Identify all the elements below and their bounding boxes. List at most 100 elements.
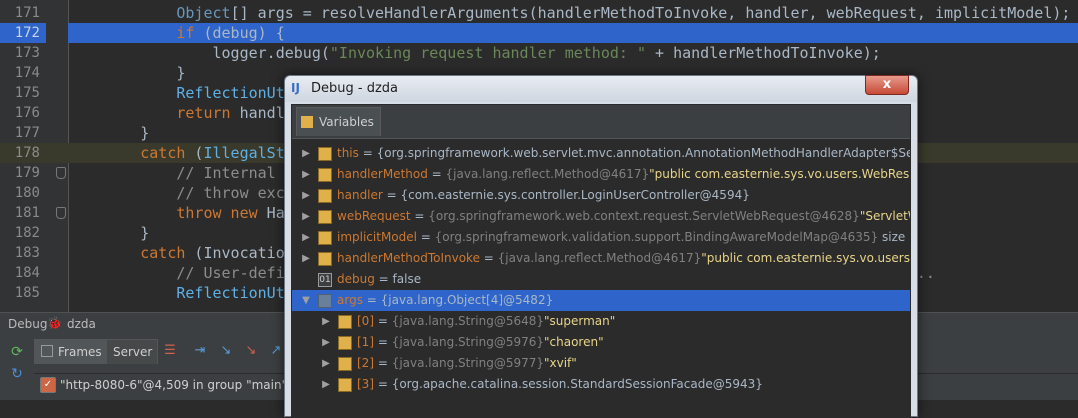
line-number[interactable]: 175	[0, 83, 46, 103]
variable-name: webRequest	[337, 209, 411, 223]
code-token: catch	[140, 144, 186, 162]
force-step-into-icon[interactable]: ↘	[243, 343, 259, 359]
expand-arrow-icon[interactable]: ▶	[320, 311, 332, 332]
field-icon	[318, 147, 332, 161]
line-number[interactable]: 174	[0, 63, 46, 83]
variables-tree[interactable]: ▶ this = {org.springframework.web.servlet…	[292, 138, 910, 418]
boolean-field-icon: 01	[318, 273, 332, 287]
line-number[interactable]: 180	[0, 183, 46, 203]
variable-name: this	[337, 146, 359, 160]
variable-type: {org.springframework.validation.support.…	[434, 230, 879, 244]
variable-name: args	[337, 293, 363, 307]
variable-row[interactable]: ▶ this = {org.springframework.web.servlet…	[292, 143, 910, 164]
variable-row[interactable]: ▶ handlerMethodToInvoke = {java.lang.refl…	[292, 248, 910, 269]
tab-frames[interactable]: Frames	[34, 339, 108, 364]
step-over-icon[interactable]: ⇥	[192, 343, 208, 359]
line-number[interactable]: 177	[0, 123, 46, 143]
line-number[interactable]: 178	[0, 143, 46, 163]
code-line[interactable]: 172 if (debug) {	[0, 23, 1078, 43]
variables-icon	[301, 116, 313, 128]
variable-row[interactable]: ▼ args = {java.lang.Object[4]@5482}	[292, 290, 910, 311]
line-number[interactable]: 181	[0, 203, 46, 223]
variable-row[interactable]: 01 debug = false	[292, 269, 910, 290]
code-line[interactable]: 173 logger.debug("Invoking request handl…	[0, 43, 1078, 63]
step-out-icon[interactable]: ↗	[268, 343, 284, 359]
expand-arrow-icon[interactable]: ▶	[320, 374, 332, 395]
variable-row[interactable]: ▶ handlerMethod = {java.lang.reflect.Meth…	[292, 164, 910, 185]
equals-sign: =	[374, 314, 392, 328]
line-number[interactable]: 172	[0, 23, 46, 43]
expand-arrow-icon[interactable]: ▶	[320, 353, 332, 374]
variable-type: {java.lang.String@5976}	[391, 335, 544, 349]
code-token: (debug) {	[194, 24, 285, 42]
expand-arrow-icon[interactable]: ▶	[300, 227, 312, 248]
variable-row[interactable]: ▶ [2] = {java.lang.String@5977}"xvif"	[292, 353, 910, 374]
variable-row[interactable]: ▶ handler = {com.easternie.sys.controller…	[292, 185, 910, 206]
variable-string-value: "ServletWebR	[859, 209, 910, 223]
collapse-arrow-icon[interactable]: ▼	[300, 290, 312, 311]
equals-sign: =	[479, 251, 498, 265]
tab-variables[interactable]: Variables	[296, 107, 381, 136]
code-token: "Invoking request handler method: "	[329, 44, 646, 62]
intellij-logo-icon: IJ	[291, 81, 300, 95]
field-icon	[318, 231, 332, 245]
code-line[interactable]: 171 Object[] args = resolveHandlerArgume…	[0, 3, 1078, 23]
show-execution-point-icon[interactable]: ☰	[162, 343, 178, 359]
variable-value: {com.easternie.sys.controller.LoginUserC…	[400, 188, 750, 202]
expand-arrow-icon[interactable]: ▶	[300, 185, 312, 206]
code-token: }	[68, 224, 150, 242]
variable-name: handler	[337, 188, 383, 202]
expand-arrow-icon[interactable]: ▶	[300, 143, 312, 164]
variable-string-value: "chaoren"	[544, 335, 604, 349]
variable-text: handler = {com.easternie.sys.controller.…	[337, 185, 750, 206]
dialog-titlebar[interactable]: IJ Debug - dzda x	[285, 75, 917, 102]
thread-label: "http-8080-6"@4,509 in group "main":	[60, 378, 292, 392]
rerun-icon[interactable]: ⟳	[8, 343, 26, 361]
line-number[interactable]: 171	[0, 3, 46, 23]
variable-string-value: "superman"	[544, 314, 616, 328]
line-number[interactable]: 182	[0, 223, 46, 243]
variable-row[interactable]: ▶ implicitModel = {org.springframework.va…	[292, 227, 910, 248]
field-icon	[318, 189, 332, 203]
line-number[interactable]: 173	[0, 43, 46, 63]
expand-arrow-icon[interactable]: ▶	[320, 332, 332, 353]
tab-server[interactable]: Server	[106, 339, 158, 364]
debug-session-name[interactable]: dzda	[67, 317, 96, 331]
fold-marker-icon[interactable]	[56, 207, 66, 219]
close-button[interactable]: x	[865, 75, 909, 95]
equals-sign: =	[358, 146, 377, 160]
equals-sign: =	[416, 230, 435, 244]
equals-sign: =	[374, 356, 392, 370]
line-number[interactable]: 179	[0, 163, 46, 183]
equals-sign: =	[374, 272, 393, 286]
line-number[interactable]: 183	[0, 243, 46, 263]
fold-marker-icon[interactable]	[56, 167, 66, 179]
code-token: }	[68, 64, 186, 82]
line-number[interactable]: 176	[0, 103, 46, 123]
expand-arrow-icon[interactable]: ▶	[300, 206, 312, 227]
code-token: // User-defi	[176, 264, 285, 282]
step-into-icon[interactable]: ↘	[218, 343, 234, 359]
variable-row[interactable]: ▶ webRequest = {org.springframework.web.c…	[292, 206, 910, 227]
variable-row[interactable]: ▶ [0] = {java.lang.String@5648}"superman"	[292, 311, 910, 332]
variable-row[interactable]: ▶ [3] = {org.apache.catalina.session.Stan…	[292, 374, 910, 395]
refresh-icon[interactable]: ↻	[8, 365, 26, 383]
field-icon	[318, 252, 332, 266]
expand-arrow-icon[interactable]: ▶	[300, 164, 312, 185]
variable-string-value: "xvif"	[544, 356, 577, 370]
code-token: catch	[140, 244, 186, 262]
variable-row[interactable]: ▶ [1] = {java.lang.String@5976}"chaoren"	[292, 332, 910, 353]
line-number[interactable]: 184	[0, 263, 46, 283]
field-icon	[318, 168, 332, 182]
debug-evaluate-dialog[interactable]: IJ Debug - dzda x Variables ▶ this = {org…	[284, 75, 918, 418]
line-number[interactable]: 185	[0, 283, 46, 303]
variable-string-value: "public com.easternie.sys.vo.users.WebRe…	[649, 167, 910, 181]
expand-arrow-icon[interactable]: ▶	[300, 248, 312, 269]
variable-text: handlerMethodToInvoke = {java.lang.refle…	[337, 248, 910, 269]
field-icon	[338, 357, 352, 371]
